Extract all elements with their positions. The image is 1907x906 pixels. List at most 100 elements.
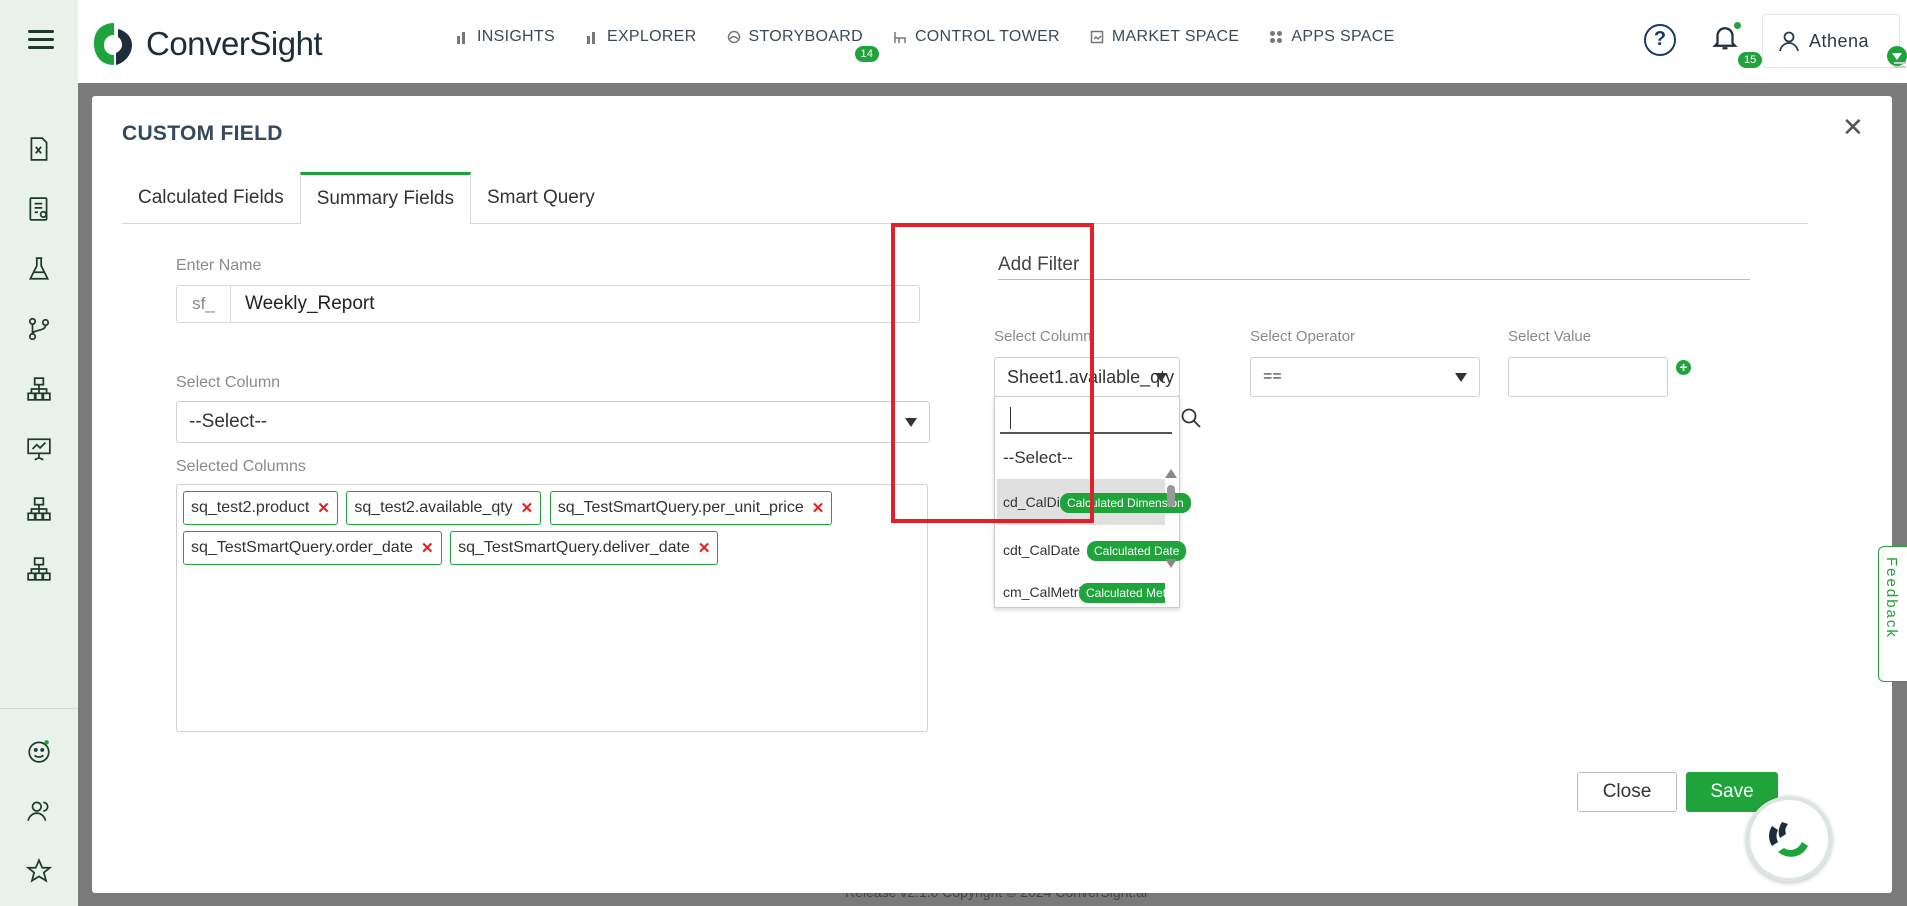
flask-icon[interactable] bbox=[26, 256, 52, 282]
feedback-label: Feedback bbox=[1883, 557, 1900, 639]
chip-label: sq_test2.product bbox=[191, 499, 310, 516]
chip-label: sq_TestSmartQuery.order_date bbox=[191, 539, 414, 556]
highlight-frame bbox=[891, 223, 1094, 523]
conversight-logo-icon bbox=[94, 23, 132, 65]
select-column-label: Select Column bbox=[176, 374, 281, 391]
bot-face-icon[interactable] bbox=[26, 738, 52, 764]
hierarchy-icon[interactable] bbox=[26, 376, 52, 402]
selected-column-chip: sq_TestSmartQuery.per_unit_price ✕ bbox=[549, 491, 833, 525]
option-type-badge: Calculated Metric bbox=[1079, 583, 1165, 603]
nav-apps-space[interactable]: APPS SPACE bbox=[1269, 28, 1394, 46]
selected-columns-box: sq_test2.product ✕ sq_test2.available_qty… bbox=[176, 484, 928, 732]
nav-market-space[interactable]: MARKET SPACE bbox=[1090, 28, 1239, 46]
add-filter-icon[interactable]: + bbox=[1676, 360, 1691, 375]
user-name: Athena bbox=[1809, 30, 1870, 51]
modal-title: CUSTOM FIELD bbox=[122, 122, 283, 145]
notifications-button[interactable]: 15 bbox=[1710, 22, 1763, 68]
dropdown-option[interactable]: cm_CalMetric Calculated Metric bbox=[997, 575, 1165, 609]
app-name: ConverSight bbox=[146, 25, 323, 62]
chip-label: sq_TestSmartQuery.deliver_date bbox=[458, 539, 690, 556]
conversight-bot-icon bbox=[1769, 822, 1808, 857]
user-icon bbox=[1779, 31, 1799, 52]
notifications-count-badge: 15 bbox=[1738, 52, 1763, 68]
storyboard-badge: 14 bbox=[854, 46, 880, 62]
name-prefix: sf_ bbox=[177, 286, 231, 322]
modal-tabs: Calculated Fields Summary Fields Smart Q… bbox=[122, 172, 1808, 225]
storyboard-icon bbox=[727, 30, 740, 44]
selected-column-chip: sq_test2.available_qty ✕ bbox=[346, 491, 542, 525]
filter-operator-label: Select Operator bbox=[1250, 328, 1356, 345]
filter-operator-value: == bbox=[1263, 368, 1282, 385]
remove-chip-icon[interactable]: ✕ bbox=[421, 539, 434, 557]
selected-column-chip: sq_TestSmartQuery.order_date ✕ bbox=[183, 531, 442, 565]
search-icon bbox=[1181, 408, 1201, 428]
option-text: cm_CalMetric bbox=[1003, 584, 1089, 600]
nav-label: EXPLORER bbox=[606, 28, 697, 45]
remove-chip-icon[interactable]: ✕ bbox=[317, 499, 330, 517]
presentation-icon[interactable] bbox=[26, 436, 52, 462]
help-icon[interactable]: ? bbox=[1644, 24, 1676, 56]
sidebar bbox=[0, 0, 78, 906]
chip-label: sq_TestSmartQuery.per_unit_price bbox=[557, 499, 804, 516]
notification-dot bbox=[1734, 22, 1741, 29]
select-column-value: --Select-- bbox=[189, 411, 268, 432]
selected-column-chip: sq_TestSmartQuery.deliver_date ✕ bbox=[450, 531, 719, 565]
chevron-down-icon bbox=[1455, 373, 1467, 382]
top-right-handle bbox=[1894, 62, 1906, 68]
dropdown-scrollbar[interactable] bbox=[1165, 469, 1177, 568]
app-logo[interactable]: ConverSight bbox=[90, 22, 323, 66]
scroll-thumb[interactable] bbox=[1167, 485, 1175, 507]
nav-explorer[interactable]: EXPLORER bbox=[585, 28, 697, 46]
hierarchy-icon[interactable] bbox=[26, 556, 52, 582]
scroll-down-icon[interactable] bbox=[1165, 559, 1177, 568]
option-text: cdt_CalDate bbox=[1003, 542, 1081, 558]
market-space-icon bbox=[1090, 30, 1104, 44]
remove-chip-icon[interactable]: ✕ bbox=[698, 539, 711, 557]
filter-operator-select[interactable]: == bbox=[1250, 357, 1480, 397]
filter-value-label: Select Value bbox=[1508, 328, 1592, 345]
name-field[interactable]: sf_ Weekly_Report bbox=[176, 285, 920, 323]
nav-label: INSIGHTS bbox=[477, 28, 555, 45]
selected-column-chip: sq_test2.product ✕ bbox=[183, 491, 338, 525]
remove-chip-icon[interactable]: ✕ bbox=[521, 499, 534, 517]
nav-label: STORYBOARD bbox=[748, 28, 863, 45]
filter-value-input[interactable] bbox=[1508, 357, 1668, 397]
user-menu[interactable]: Athena bbox=[1762, 14, 1907, 68]
nav-label: APPS SPACE bbox=[1291, 28, 1395, 45]
nav-insights[interactable]: INSIGHTS bbox=[455, 28, 555, 46]
hamburger-menu-icon[interactable] bbox=[28, 30, 54, 50]
nav-storyboard[interactable]: STORYBOARD 14 bbox=[727, 28, 880, 62]
bar-chart-icon bbox=[586, 32, 595, 44]
select-column-dropdown[interactable]: --Select-- bbox=[176, 401, 930, 443]
users-icon[interactable] bbox=[26, 798, 52, 824]
tab-smart-query[interactable]: Smart Query bbox=[471, 172, 611, 224]
branch-icon[interactable] bbox=[26, 316, 52, 342]
chat-assistant-button[interactable] bbox=[1746, 796, 1832, 882]
chevron-down-icon bbox=[1155, 373, 1167, 382]
apps-grid-icon bbox=[1270, 31, 1283, 43]
nav-label: MARKET SPACE bbox=[1111, 28, 1240, 45]
sidebar-divider bbox=[0, 708, 78, 709]
nav-control-tower[interactable]: CONTROL TOWER bbox=[893, 28, 1060, 46]
name-value[interactable]: Weekly_Report bbox=[231, 293, 375, 315]
dropdown-option[interactable]: cdt_CalDate Calculated Date bbox=[997, 529, 1187, 571]
feedback-tab[interactable]: Feedback bbox=[1878, 546, 1907, 682]
close-icon[interactable]: ✕ bbox=[1842, 112, 1864, 143]
tab-summary-fields[interactable]: Summary Fields bbox=[299, 172, 471, 225]
tab-calculated-fields[interactable]: Calculated Fields bbox=[122, 172, 300, 224]
nav-label: CONTROL TOWER bbox=[914, 28, 1060, 45]
close-button[interactable]: Close bbox=[1577, 772, 1677, 812]
remove-chip-icon[interactable]: ✕ bbox=[812, 499, 825, 517]
bar-chart-icon bbox=[457, 32, 465, 44]
scroll-up-icon[interactable] bbox=[1165, 469, 1177, 478]
report-icon[interactable] bbox=[26, 196, 52, 222]
main-nav: INSIGHTS EXPLORER STORYBOARD 14 CONTROL … bbox=[455, 28, 1425, 62]
star-icon[interactable] bbox=[26, 858, 52, 884]
hierarchy-icon[interactable] bbox=[26, 496, 52, 522]
excel-file-icon[interactable] bbox=[26, 136, 52, 162]
control-tower-icon bbox=[894, 32, 906, 43]
add-filter-heading: Add Filter bbox=[998, 254, 1750, 280]
selected-columns-label: Selected Columns bbox=[176, 458, 306, 475]
enter-name-label: Enter Name bbox=[176, 257, 262, 274]
chip-label: sq_test2.available_qty bbox=[354, 499, 513, 516]
